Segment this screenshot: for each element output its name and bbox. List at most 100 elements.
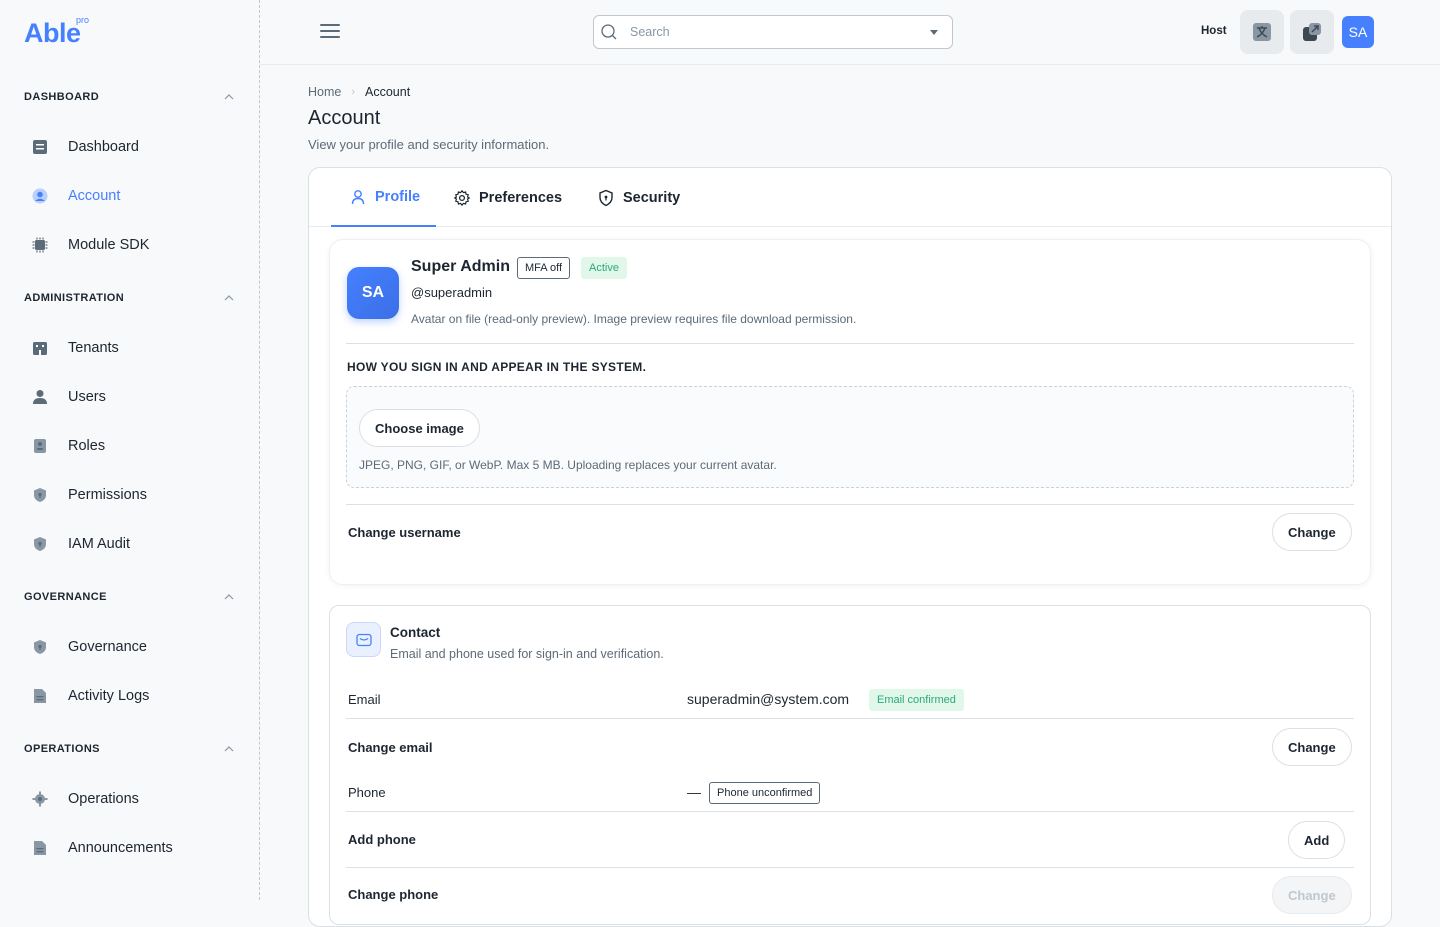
document-icon [32,688,48,704]
sidebar-item-label: Tenants [68,339,119,356]
chip-icon [32,237,48,253]
section-caption: HOW YOU SIGN IN AND APPEAR IN THE SYSTEM… [347,360,647,374]
divider [346,811,1354,812]
nav-section-operations: OPERATIONS [0,737,260,761]
contact-subtitle: Email and phone used for sign-in and ver… [390,647,664,661]
nav-section-governance: GOVERNANCE [0,585,260,609]
add-phone-button[interactable]: Add [1288,821,1346,859]
sidebar-item-dashboard[interactable]: Dashboard [0,122,260,171]
nav-header-operations[interactable]: OPERATIONS [0,737,260,761]
nav-list-operations: Operations Announcements [0,774,260,872]
avatar-note: Avatar on file (read-only preview). Imag… [411,312,857,326]
divider [346,867,1354,868]
document-icon [32,840,48,856]
sidebar-item-label: Dashboard [68,138,139,155]
nav-section-dashboard: DASHBOARD [0,85,260,109]
sidebar-item-label: Users [68,388,106,405]
add-phone-label: Add phone [348,832,416,847]
account-tabs: Profile Preferences Security [309,168,1391,227]
shield-icon [32,536,48,552]
chevron-up-icon [224,295,234,301]
change-phone-button[interactable]: Change [1272,876,1352,914]
sidebar-item-label: Operations [68,790,139,807]
sidebar-item-label: Account [68,187,121,204]
status-badge: Active [581,257,627,279]
tenant-host-label[interactable]: Host [1201,25,1227,37]
display-name: Super Admin [411,258,510,275]
gear-outline-icon [453,189,471,207]
search-input[interactable] [630,25,910,39]
change-username-label: Change username [348,525,461,540]
nav-list-governance: Governance Activity Logs [0,622,260,720]
nav-header-governance[interactable]: GOVERNANCE [0,585,260,609]
contact-card: Contact Email and phone used for sign-in… [329,605,1371,925]
search-icon [601,24,617,40]
sidebar-item-tenants[interactable]: Tenants [0,323,260,372]
nav-header-label: DASHBOARD [24,91,100,103]
sidebar-item-announcements[interactable]: Announcements [0,823,260,872]
sidebar-item-activity-logs[interactable]: Activity Logs [0,671,260,720]
tab-preferences[interactable]: Preferences [453,168,562,227]
sidebar-item-label: IAM Audit [68,535,131,552]
account-icon [32,188,48,204]
phone-value: — [687,784,701,800]
divider [346,343,1354,344]
gear-icon [32,791,48,807]
divider [346,504,1354,505]
user-outline-icon [349,188,367,206]
profile-card: SA Super Admin MFA off Active @superadmi… [329,239,1371,585]
nav-list-administration: Tenants Users Roles Permissions IAM Audi… [0,323,260,568]
mail-icon [346,622,381,657]
profile-avatar: SA [347,267,399,319]
shield-icon [32,639,48,655]
nav-header-dashboard[interactable]: DASHBOARD [0,85,260,109]
change-username-button[interactable]: Change [1272,513,1352,551]
chevron-up-icon [224,594,234,600]
brand-logo[interactable]: Able pro [24,15,89,52]
breadcrumb-home[interactable]: Home [308,85,341,99]
nav-header-label: OPERATIONS [24,743,100,755]
sidebar-item-label: Roles [68,437,106,454]
menu-toggle-icon[interactable] [320,24,340,40]
breadcrumb: Home › Account [308,85,410,99]
nav-header-label: GOVERNANCE [24,591,107,603]
sidebar-item-label: Permissions [68,486,147,503]
contact-title: Contact [390,625,441,640]
tab-security[interactable]: Security [597,168,680,227]
username-handle: @superadmin [411,285,493,300]
sidebar-item-governance[interactable]: Governance [0,622,260,671]
sidebar-item-permissions[interactable]: Permissions [0,470,260,519]
sidebar-item-account[interactable]: Account [0,171,260,220]
chevron-right-icon: › [351,86,356,98]
external-link-button[interactable] [1290,10,1334,54]
nav-header-administration[interactable]: ADMINISTRATION [0,286,260,310]
tab-label: Profile [375,188,421,205]
tab-label: Security [623,189,681,206]
email-label: Email [348,692,381,707]
sidebar-item-iam-audit[interactable]: IAM Audit [0,519,260,568]
avatar-upload-zone[interactable]: Choose image JPEG, PNG, GIF, or WebP. Ma… [346,386,1354,488]
chevron-up-icon [224,94,234,100]
tab-profile[interactable]: Profile [331,168,437,227]
sidebar-item-label: Activity Logs [68,687,150,704]
user-avatar[interactable]: SA [1342,16,1374,48]
sidebar-item-label: Governance [68,638,147,655]
user-icon [32,389,48,405]
building-icon [32,340,48,356]
sidebar-item-users[interactable]: Users [0,372,260,421]
mfa-badge: MFA off [517,257,571,279]
language-button[interactable] [1240,10,1284,54]
chevron-down-icon[interactable] [930,30,938,35]
sidebar-item-module-sdk[interactable]: Module SDK [0,220,260,269]
search-box[interactable] [593,15,953,49]
nav-header-label: ADMINISTRATION [24,292,125,304]
sidebar-item-roles[interactable]: Roles [0,421,260,470]
change-email-button[interactable]: Change [1272,728,1352,766]
brand-tag: pro [76,15,90,25]
topbar: Host SA [260,0,1440,65]
choose-image-button[interactable]: Choose image [359,409,480,447]
sidebar-item-operations[interactable]: Operations [0,774,260,823]
chevron-up-icon [224,746,234,752]
id-badge-icon [32,438,48,454]
brand-name: Able [24,18,81,48]
